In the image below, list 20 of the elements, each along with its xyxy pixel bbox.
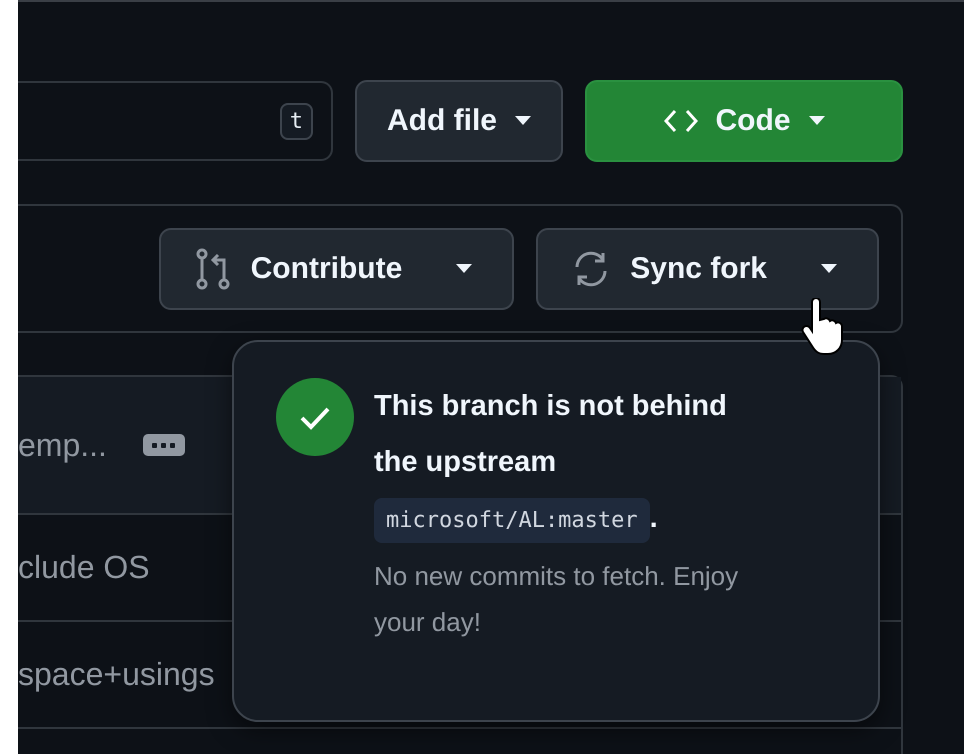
code-icon [664,108,698,134]
commit-message: emp... [18,426,107,464]
commit-message: space+usings [18,656,215,693]
sync-status-title: This branch is not behind the upstream microsoft/AL:master . [374,378,774,549]
contribute-button[interactable]: Contribute [158,228,514,310]
caret-icon [821,264,837,274]
shortcut-key: t [280,102,313,140]
commit-message: clude OS [18,549,150,586]
caret-icon [515,116,531,126]
check-circle-icon [276,378,354,456]
add-file-button[interactable]: Add file [355,80,563,162]
sync-status-message: No new commits to fetch. Enjoy your day! [374,560,740,639]
hand-cursor-icon [800,298,844,356]
sync-fork-button[interactable]: Sync fork [536,228,879,310]
search-field[interactable]: t [18,81,333,161]
ellipsis-button[interactable] [142,434,185,456]
caret-icon [808,116,824,126]
pull-request-icon [194,248,231,290]
code-button[interactable]: Code [585,80,903,162]
caret-icon [456,264,472,274]
